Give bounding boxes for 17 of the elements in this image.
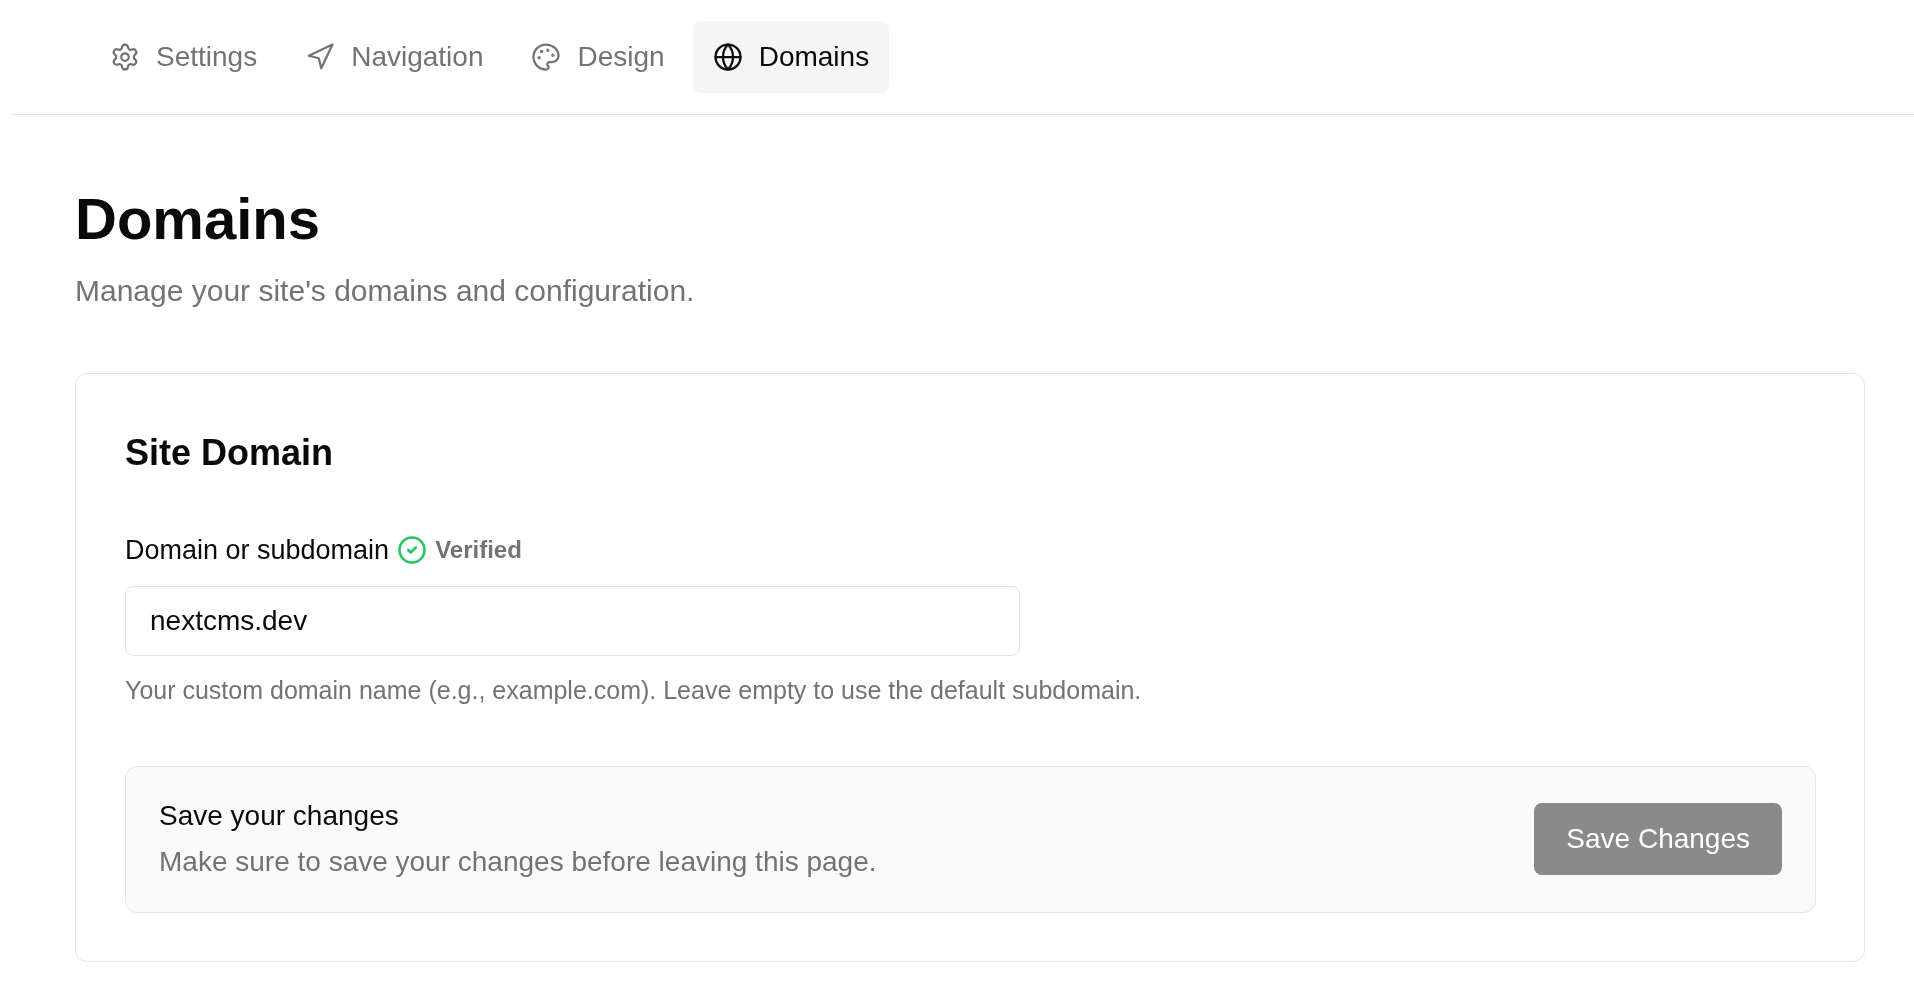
tab[interactable]: Domains [692, 21, 890, 93]
save-panel-text: Make sure to save your changes before leaving this page. [159, 845, 877, 879]
field-hint: Your custom domain name (e.g., example.com). Leave empty to use the default subdomain. [125, 675, 1143, 706]
tab[interactable]: Navigation [285, 21, 504, 93]
page-title: Domains [75, 185, 321, 253]
tab[interactable]: Settings [90, 21, 278, 93]
domain-input-field[interactable]: nextcms.dev [125, 586, 1020, 656]
settings-icon [110, 42, 140, 72]
save-panel-title: Save your changes [159, 799, 400, 833]
paper-plane-icon [305, 42, 336, 72]
field-label: Domain or subdomain [125, 533, 390, 567]
tab[interactable]: Design [511, 21, 685, 93]
palette-icon [531, 42, 562, 72]
page-subtitle: Manage your site's domains and configuration. [75, 272, 696, 309]
globe-icon [712, 42, 743, 72]
verified-status: Verified [435, 534, 522, 565]
card-title: Site Domain [125, 430, 335, 475]
